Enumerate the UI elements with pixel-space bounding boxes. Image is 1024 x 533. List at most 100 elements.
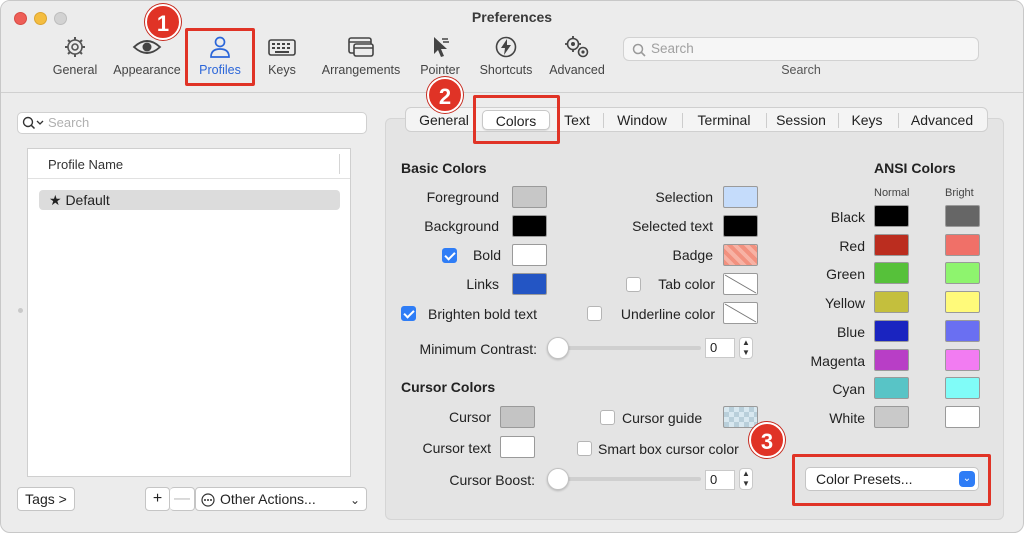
tab-separator (838, 113, 839, 128)
tab-color-checkbox[interactable] (626, 277, 641, 292)
ansi-blue-normal-color-well[interactable] (874, 320, 909, 342)
ansi-colors-heading: ANSI Colors (874, 160, 956, 176)
minimum-contrast-slider[interactable] (547, 337, 569, 359)
background-label: Background (424, 218, 499, 234)
cursor-boost-slider[interactable] (547, 468, 569, 490)
cursor-guide-checkbox[interactable] (600, 410, 615, 425)
tab-general[interactable]: General (414, 110, 474, 130)
toolbar-search-label: Search (781, 63, 821, 77)
badge-color-well[interactable] (723, 244, 758, 266)
cursor-boost-stepper[interactable]: ▲ ▼ (739, 468, 753, 490)
toolbar-advanced[interactable]: Advanced (547, 35, 607, 83)
search-menu-icon (22, 116, 44, 130)
toolbar-shortcuts[interactable]: Shortcuts (476, 35, 536, 83)
ansi-cyan-normal-color-well[interactable] (874, 377, 909, 399)
tab-window[interactable]: Window (608, 110, 676, 130)
cursor-guide-color-well[interactable] (723, 406, 758, 428)
chevron-down-icon: ⌄ (349, 493, 360, 507)
selection-color-well[interactable] (723, 186, 758, 208)
tab-text[interactable]: Text (558, 110, 596, 130)
underline-color-checkbox[interactable] (587, 306, 602, 321)
tab-separator (766, 113, 767, 128)
brighten-bold-label: Brighten bold text (428, 306, 537, 322)
cursor-guide-label: Cursor guide (622, 410, 703, 426)
annotation-badge-2: 2 (427, 77, 463, 113)
ansi-red-normal-color-well[interactable] (874, 234, 909, 256)
cursor-boost-track[interactable] (549, 477, 701, 481)
background-color-well[interactable] (512, 215, 547, 237)
annotation-badge-3: 3 (749, 422, 785, 458)
tab-session[interactable]: Session (770, 110, 832, 130)
ansi-magenta-normal-color-well[interactable] (874, 349, 909, 371)
tab-separator (603, 113, 604, 128)
underline-color-well[interactable] (723, 302, 758, 324)
foreground-color-well[interactable] (512, 186, 547, 208)
add-profile-button[interactable]: + (145, 487, 170, 511)
cursor-color-well[interactable] (500, 406, 535, 428)
color-presets-dropdown[interactable]: Color Presets... ⌄ (805, 467, 979, 491)
toolbar-appearance[interactable]: Appearance (111, 35, 183, 83)
basic-colors-heading: Basic Colors (401, 160, 487, 176)
minimum-contrast-track[interactable] (549, 346, 701, 350)
selected-text-color-well[interactable] (723, 215, 758, 237)
ansi-white-normal-color-well[interactable] (874, 406, 909, 428)
profile-name-column-header[interactable]: Profile Name (28, 149, 350, 179)
selection-label: Selection (655, 189, 713, 205)
ansi-red-bright-color-well[interactable] (945, 234, 980, 256)
tags-button[interactable]: Tags > (17, 487, 75, 511)
ansi-blue-bright-color-well[interactable] (945, 320, 980, 342)
smart-box-cursor-checkbox[interactable] (577, 441, 592, 456)
foreground-label: Foreground (426, 189, 499, 205)
profile-list: Profile Name ★ Default (27, 148, 351, 477)
cursor-boost-label: Cursor Boost: (449, 472, 535, 488)
minimum-contrast-label: Minimum Contrast: (419, 341, 537, 357)
toolbar-arrangements[interactable]: Arrangements (319, 35, 403, 83)
toolbar-general[interactable]: General (48, 35, 102, 83)
ansi-magenta-bright-color-well[interactable] (945, 349, 980, 371)
tab-color-well[interactable] (723, 273, 758, 295)
tab-keys[interactable]: Keys (842, 110, 892, 130)
brighten-bold-checkbox[interactable] (401, 306, 416, 321)
links-label: Links (466, 276, 499, 292)
windows-icon (348, 37, 374, 57)
gears-icon (565, 36, 589, 58)
profile-search-input[interactable]: Search (17, 112, 367, 134)
ansi-normal-header: Normal (874, 187, 910, 199)
ansi-black-bright-color-well[interactable] (945, 205, 980, 227)
split-handle[interactable] (18, 308, 23, 313)
highlight-profiles (185, 28, 255, 86)
profile-row-default[interactable]: ★ Default (39, 190, 340, 210)
tab-separator (682, 113, 683, 128)
ansi-cyan-bright-color-well[interactable] (945, 377, 980, 399)
tab-terminal[interactable]: Terminal (688, 110, 760, 130)
cursor-boost-field[interactable]: 0 (705, 470, 735, 490)
links-color-well[interactable] (512, 273, 547, 295)
cursor-text-label: Cursor text (422, 440, 491, 456)
cursor-label: Cursor (448, 409, 491, 425)
toolbar-search-input[interactable]: Search (623, 37, 979, 61)
ansi-label-white: White (829, 410, 865, 426)
no-color-slash-icon (724, 274, 757, 294)
ansi-label-cyan: Cyan (832, 381, 865, 397)
keyboard-icon (268, 39, 296, 56)
toolbar-keys[interactable]: Keys (263, 35, 301, 83)
minimum-contrast-stepper[interactable]: ▲ ▼ (739, 337, 753, 359)
ansi-yellow-bright-color-well[interactable] (945, 291, 980, 313)
ansi-label-green: Green (826, 266, 865, 282)
toolbar-pointer[interactable]: Pointer (417, 35, 463, 83)
smart-box-cursor-label: Smart box cursor color (598, 441, 739, 457)
column-divider (339, 154, 340, 174)
tab-advanced[interactable]: Advanced (902, 110, 982, 130)
search-icon (632, 43, 646, 57)
ansi-black-normal-color-well[interactable] (874, 205, 909, 227)
tab-separator (898, 113, 899, 128)
other-actions-dropdown[interactable]: Other Actions... ⌄ (195, 487, 367, 511)
ansi-green-normal-color-well[interactable] (874, 262, 909, 284)
minimum-contrast-field[interactable]: 0 (705, 338, 735, 358)
ansi-green-bright-color-well[interactable] (945, 262, 980, 284)
cursor-text-color-well[interactable] (500, 436, 535, 458)
bold-color-well[interactable] (512, 244, 547, 266)
ansi-white-bright-color-well[interactable] (945, 406, 980, 428)
ansi-yellow-normal-color-well[interactable] (874, 291, 909, 313)
remove-profile-button[interactable]: — (170, 487, 195, 511)
